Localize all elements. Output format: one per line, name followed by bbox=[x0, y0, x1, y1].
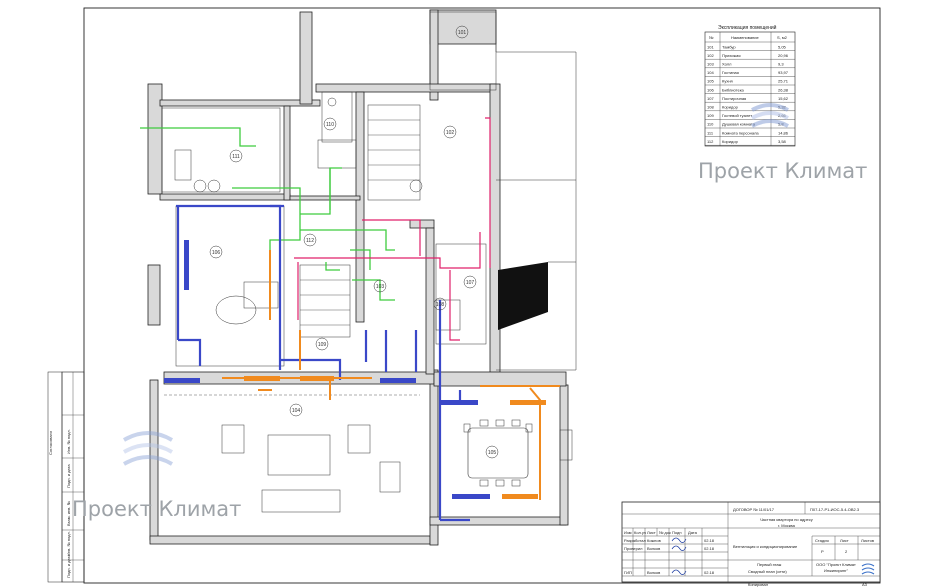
room-tag: 108 bbox=[436, 302, 445, 308]
room-tag: 107 bbox=[466, 280, 475, 286]
room-tag: 103 bbox=[376, 284, 385, 290]
floor-plan bbox=[147, 9, 577, 546]
side-stamp-label: Инв. № подл. bbox=[66, 429, 71, 454]
side-stamp-label: Инв. № подл. bbox=[66, 531, 71, 556]
staff-date: 02.18 bbox=[704, 546, 715, 551]
room-tag: 101 bbox=[458, 30, 467, 36]
explication-cell-no: 101 bbox=[707, 44, 714, 49]
explication-cell-area: 5,05 bbox=[778, 44, 787, 49]
side-stamp-label: Подп. и дата bbox=[66, 554, 71, 578]
staff-role: Разработал bbox=[624, 538, 646, 543]
explication-cell-name: Комната персонала bbox=[722, 130, 759, 135]
explication-cell-no: 106 bbox=[707, 87, 714, 92]
explication-header-name: Наименование bbox=[731, 35, 760, 40]
explication-table: Экспликация помещений 101 Тамбур 5,05 102 Пр… bbox=[704, 24, 796, 147]
explication-cell-area: 9,3 bbox=[778, 62, 784, 67]
section-name: Вентиляция и кондиционирование bbox=[733, 544, 798, 549]
object-line-1: Частная квартира по адресу bbox=[760, 517, 813, 522]
explication-cell-name: Коридор bbox=[722, 105, 739, 110]
sheet-header: Лист bbox=[840, 538, 849, 543]
explication-cell-no: 111 bbox=[707, 130, 714, 135]
room-tag: 109 bbox=[318, 342, 327, 348]
explication-cell-no: 102 bbox=[707, 53, 714, 58]
explication-cell-name: Гостиная bbox=[722, 70, 739, 75]
document-code: П07-17-Р1-ИОС-5.4-ОВ2.3 bbox=[810, 507, 860, 512]
shaft-block bbox=[498, 262, 548, 330]
drawing-sheet: Подп. и дата Инв. № подл. Взам. инв. № П… bbox=[47, 7, 881, 587]
explication-cell-name: Библиотека bbox=[722, 87, 745, 92]
explication-cell-name: Кухня bbox=[722, 79, 733, 84]
rev-header: Изм bbox=[624, 530, 632, 535]
explication-title: Экспликация помещений bbox=[718, 24, 777, 31]
staff-role: Проверил bbox=[624, 546, 643, 551]
explication-cell-area: 15,62 bbox=[778, 96, 789, 101]
explication-cell-name: Прихожая bbox=[722, 53, 741, 58]
explication-cell-name: Коридор bbox=[722, 139, 739, 144]
side-stamp-label: Согласовано bbox=[48, 430, 53, 455]
stage-value: Р bbox=[821, 549, 824, 554]
explication-cell-no: 104 bbox=[707, 70, 714, 75]
watermark-text: Проект Климат bbox=[72, 497, 241, 521]
explication-cell-no: 112 bbox=[707, 139, 714, 144]
explication-cell-no: 107 bbox=[707, 96, 714, 101]
staff-name: Кожнов bbox=[647, 538, 661, 543]
side-stamp-label: Взам. инв. № bbox=[66, 501, 71, 526]
explication-cell-name: Постирочная bbox=[722, 96, 746, 101]
explication-cell-no: 108 bbox=[707, 105, 714, 110]
room-tag: 105 bbox=[488, 450, 497, 456]
explication-cell-no: 110 bbox=[707, 122, 714, 127]
room-tag: 110 bbox=[326, 122, 334, 128]
staff-date: 02.18 bbox=[704, 538, 715, 543]
contract-number: ДОГОВОР № 11/01/17 bbox=[733, 507, 775, 512]
watermark-text: Проект Климат bbox=[698, 159, 867, 183]
explication-cell-name: Тамбур bbox=[722, 44, 736, 49]
company-line-2: Инжиниринг" bbox=[824, 568, 849, 573]
explication-header-area: S, м2 bbox=[777, 35, 788, 40]
sheet-title-1: Первый этаж bbox=[757, 562, 782, 567]
rev-header: Кол.уч bbox=[634, 530, 646, 535]
exhaust-diffusers bbox=[244, 376, 546, 499]
side-stamp-label: Подп. и дата bbox=[66, 464, 71, 488]
drainage-lines bbox=[294, 117, 491, 341]
staff-date: 02.18 bbox=[704, 570, 715, 575]
staff-name: Волков bbox=[647, 546, 660, 551]
company-line-1: ООО "Проект Климат bbox=[816, 562, 856, 567]
rev-header: Подп bbox=[672, 530, 682, 535]
sheets-header: Листов bbox=[861, 538, 874, 543]
staff-role: ГИП bbox=[624, 570, 632, 575]
explication-cell-area: 3,58 bbox=[778, 139, 787, 144]
object-line-2: г. Москва bbox=[778, 523, 796, 528]
format-label: A3 bbox=[862, 582, 868, 587]
explication-cell-area: 14,86 bbox=[778, 130, 789, 135]
explication-cell-area: 93,97 bbox=[778, 70, 789, 75]
room-tag: 102 bbox=[446, 130, 455, 136]
watermark-logo bbox=[122, 431, 174, 466]
staff-name: Волков bbox=[647, 570, 660, 575]
room-tag: 104 bbox=[292, 408, 301, 414]
rev-header: № док bbox=[659, 530, 671, 535]
explication-cell-area: 25,71 bbox=[778, 79, 789, 84]
room-tag: 111 bbox=[232, 154, 240, 160]
rev-header: Дата bbox=[688, 530, 698, 535]
room-tag: 106 bbox=[212, 250, 221, 256]
explication-header-no: № bbox=[709, 35, 713, 40]
explication-cell-area: 20,96 bbox=[778, 53, 789, 58]
copied-label: Копировал bbox=[748, 582, 769, 587]
explication-cell-no: 109 bbox=[707, 113, 714, 118]
sheet-title-2: Сводный план (сети) bbox=[748, 569, 787, 574]
explication-cell-no: 105 bbox=[707, 79, 714, 84]
room-tag: 112 bbox=[306, 238, 314, 244]
explication-cell-name: Гостевой туалет bbox=[722, 113, 752, 118]
explication-cell-no: 103 bbox=[707, 62, 714, 67]
title-block: ДОГОВОР № 11/01/17 П07-17-Р1-ИОС-5.4-ОВ2… bbox=[621, 501, 881, 587]
stage-header: Стадия bbox=[815, 538, 829, 543]
explication-cell-area: 26,38 bbox=[778, 87, 789, 92]
explication-cell-name: Холл bbox=[722, 62, 732, 67]
explication-cell-name: Душевая комната bbox=[722, 122, 756, 127]
side-stamp: Подп. и дата Инв. № подл. Взам. инв. № П… bbox=[47, 371, 85, 583]
rev-header: Лист bbox=[647, 530, 656, 535]
